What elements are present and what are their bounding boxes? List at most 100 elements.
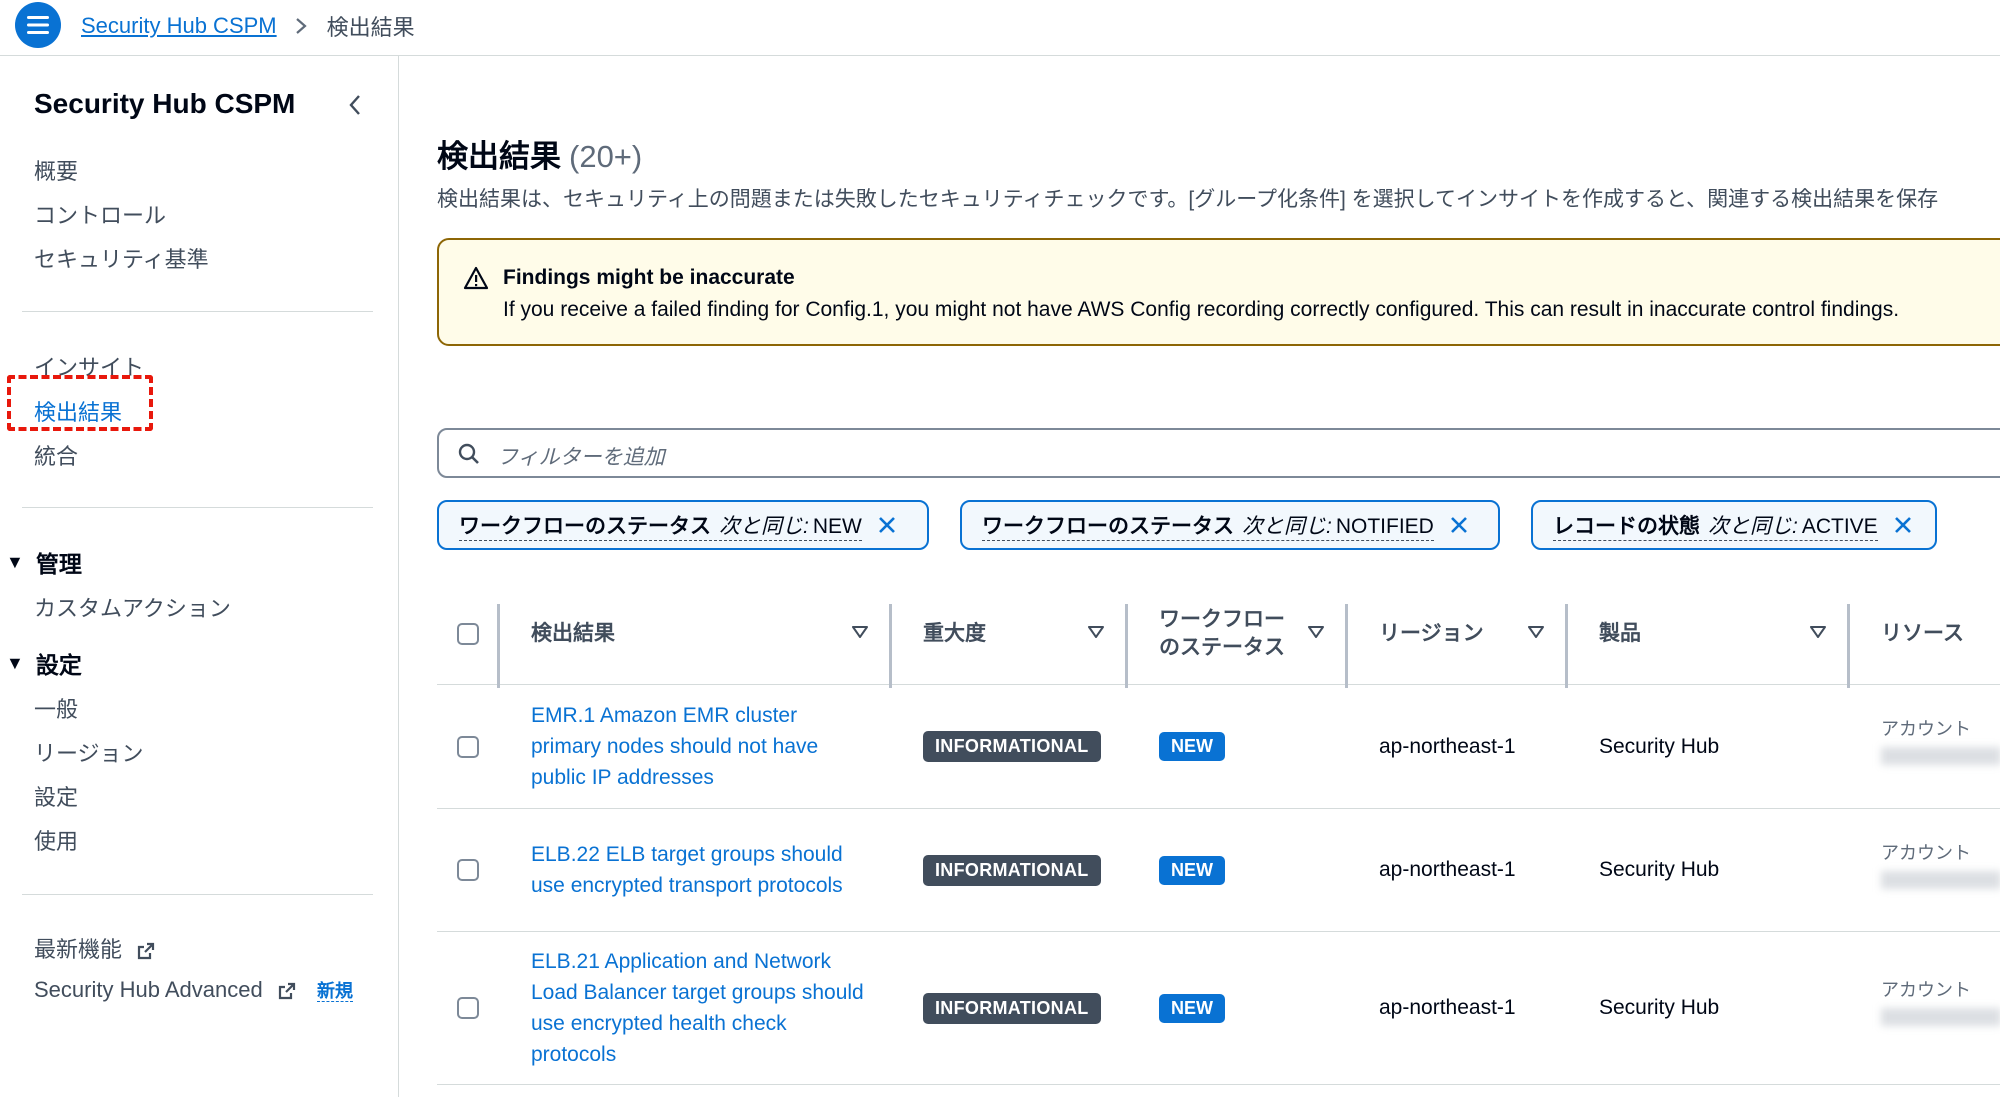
finding-title-link[interactable]: ELB.21 Application and Network Load Bala… <box>531 932 871 1084</box>
menu-button[interactable] <box>15 2 61 48</box>
region-value: ap-northeast-1 <box>1379 734 1516 758</box>
remove-filter-icon[interactable] <box>876 514 898 536</box>
resource-cell: アカウント <box>1881 715 2000 765</box>
product-value: Security Hub <box>1599 996 1720 1019</box>
sidebar-collapse-button[interactable] <box>340 90 370 120</box>
chevron-right-icon <box>295 17 307 35</box>
caret-down-icon: ▼ <box>6 652 24 673</box>
sidebar-item-regions[interactable]: リージョン <box>34 736 144 768</box>
filter-operator: 次と同じ: <box>1708 514 1798 538</box>
column-label: 製品 <box>1599 622 1641 645</box>
region-value: ap-northeast-1 <box>1379 996 1516 1019</box>
filter-operator: 次と同じ: <box>1242 514 1332 538</box>
column-label: 検出結果 <box>531 622 615 645</box>
sidebar-item-configuration[interactable]: 設定 <box>34 780 78 812</box>
row-checkbox[interactable] <box>457 809 479 931</box>
column-header-resource[interactable]: リソース <box>1881 584 1964 684</box>
side-navigation: Security Hub CSPM 概要 コントロール セキュリティ基準 インサ… <box>0 56 399 1097</box>
table-row[interactable]: ELB.21 Application and Network Load Bala… <box>437 932 2000 1085</box>
search-icon <box>457 442 481 471</box>
column-resizer[interactable] <box>1345 604 1348 688</box>
sidebar-section-label: 設定 <box>35 652 82 678</box>
select-all-checkbox[interactable] <box>457 584 479 684</box>
row-checkbox[interactable] <box>457 932 479 1084</box>
sidebar-section-management[interactable]: ▼ 管理 <box>6 545 82 579</box>
region-cell: ap-northeast-1 <box>1379 932 1516 1084</box>
new-badge: 新規 <box>316 981 353 1002</box>
sidebar-item-whats-new[interactable]: 最新機能 <box>34 932 156 964</box>
filter-token[interactable]: ワークフローのステータス 次と同じ: NEW <box>437 500 929 550</box>
column-resizer[interactable] <box>1847 604 1850 688</box>
filter-token-label: ワークフローのステータス 次と同じ: NOTIFIED <box>982 510 1434 541</box>
column-resizer[interactable] <box>1565 604 1568 688</box>
filter-search-input[interactable]: フィルターを追加 <box>437 428 2000 478</box>
chevron-left-icon <box>349 95 360 115</box>
row-checkbox[interactable] <box>457 685 479 808</box>
finding-title-link[interactable]: EMR.1 Amazon EMR cluster primary nodes s… <box>531 685 871 808</box>
sidebar-section-label: 管理 <box>35 551 82 577</box>
sidebar-item-usage[interactable]: 使用 <box>34 824 78 856</box>
resource-type-label: アカウント <box>1881 980 1971 1000</box>
workflow-cell: NEW <box>1159 685 1225 808</box>
table-row[interactable]: EMR.1 Amazon EMR cluster primary nodes s… <box>437 685 2000 809</box>
finding-title[interactable]: ELB.21 Application and Network Load Bala… <box>531 946 871 1070</box>
sidebar-section-settings[interactable]: ▼ 設定 <box>6 646 82 680</box>
severity-cell: INFORMATIONAL <box>923 932 1101 1084</box>
sidebar-divider <box>22 894 373 895</box>
filter-value: NOTIFIED <box>1335 514 1434 538</box>
column-label: リージョン <box>1379 622 1484 645</box>
region-cell: ap-northeast-1 <box>1379 685 1516 808</box>
column-resizer[interactable] <box>497 604 500 688</box>
alert-title: Findings might be inaccurate <box>503 266 795 289</box>
column-header-product[interactable]: 製品 <box>1599 584 1641 684</box>
filter-token[interactable]: ワークフローのステータス 次と同じ: NOTIFIED <box>960 500 1500 550</box>
finding-title-link[interactable]: ELB.22 ELB target groups should use encr… <box>531 809 871 931</box>
sidebar-item-integrations[interactable]: 統合 <box>34 439 78 471</box>
sidebar-item-summary[interactable]: 概要 <box>34 154 78 186</box>
region-cell: ap-northeast-1 <box>1379 809 1516 931</box>
workflow-cell: NEW <box>1159 809 1225 931</box>
filter-token[interactable]: レコードの状態 次と同じ: ACTIVE <box>1531 500 1937 550</box>
finding-title[interactable]: ELB.22 ELB target groups should use encr… <box>531 839 871 901</box>
product-cell: Security Hub <box>1599 932 1719 1084</box>
resource-type-label: アカウント <box>1881 843 1971 863</box>
table-header: 検出結果 重大度 ワークフロー のステータス リージョン 製品 リソース <box>437 584 2000 688</box>
column-header-finding[interactable]: 検出結果 <box>531 584 615 684</box>
external-link-icon <box>277 981 297 1001</box>
filter-value: ACTIVE <box>1801 514 1878 538</box>
breadcrumb-service-link[interactable]: Security Hub CSPM <box>81 13 277 39</box>
remove-filter-icon[interactable] <box>1892 514 1914 536</box>
sidebar-item-custom-actions[interactable]: カスタムアクション <box>34 591 231 623</box>
region-value: ap-northeast-1 <box>1379 858 1516 881</box>
workflow-status-badge: NEW <box>1159 732 1225 761</box>
redacted-account-id <box>1881 1008 2000 1026</box>
sidebar-title[interactable]: Security Hub CSPM <box>34 88 295 120</box>
workflow-status-badge: NEW <box>1159 855 1225 885</box>
column-header-workflow-status[interactable]: ワークフロー のステータス <box>1159 584 1285 684</box>
severity-cell: INFORMATIONAL <box>923 685 1101 808</box>
filter-operator: 次と同じ: <box>719 514 809 538</box>
workflow-status-badge: NEW <box>1159 993 1225 1023</box>
sidebar-item-security-standards[interactable]: セキュリティ基準 <box>34 242 209 274</box>
menu-icon <box>27 16 49 34</box>
finding-title[interactable]: EMR.1 Amazon EMR cluster primary nodes s… <box>531 700 871 793</box>
sidebar-item-general[interactable]: 一般 <box>34 692 78 724</box>
sidebar-item-controls[interactable]: コントロール <box>34 198 166 230</box>
top-navigation: Security Hub CSPM 検出結果 <box>0 0 2000 56</box>
column-resizer[interactable] <box>889 604 892 688</box>
sidebar-divider <box>22 507 373 508</box>
caret-down-icon: ▼ <box>6 551 24 572</box>
column-label: 重大度 <box>923 622 986 645</box>
table-row[interactable]: ELB.22 ELB target groups should use encr… <box>437 809 2000 932</box>
column-label-line: のステータス <box>1159 636 1285 659</box>
severity-badge: INFORMATIONAL <box>923 731 1101 762</box>
sidebar-item-label: 最新機能 <box>34 937 123 962</box>
resource-cell: アカウント <box>1881 976 2000 1026</box>
product-cell: Security Hub <box>1599 809 1719 931</box>
column-header-severity[interactable]: 重大度 <box>923 584 986 684</box>
column-resizer[interactable] <box>1125 604 1128 688</box>
sidebar-item-security-hub-advanced[interactable]: Security Hub Advanced 新規 <box>34 977 353 1003</box>
filter-token-label: レコードの状態 次と同じ: ACTIVE <box>1553 510 1878 541</box>
column-header-region[interactable]: リージョン <box>1379 584 1484 684</box>
remove-filter-icon[interactable] <box>1448 514 1470 536</box>
